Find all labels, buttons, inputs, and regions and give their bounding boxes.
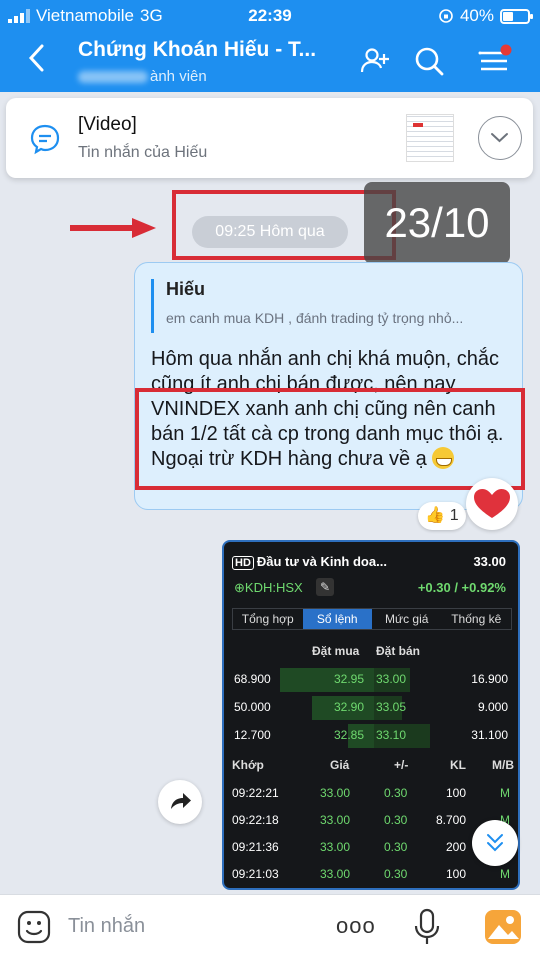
up-circle-icon: ⊕ bbox=[234, 580, 245, 595]
thumbs-up-icon: 👍 bbox=[425, 507, 446, 524]
order-header-buy: Đặt mua bbox=[312, 644, 360, 658]
stock-tabs: Tổng hợp Sổ lệnh Mức giá Thống kê bbox=[232, 608, 512, 630]
stock-code: KDH:HSX bbox=[244, 580, 303, 595]
add-member-icon bbox=[360, 48, 389, 73]
chat-header: Chứng Khoán Hiếu - T... ành viên bbox=[0, 30, 540, 92]
battery-percent: 40% bbox=[459, 6, 494, 25]
add-member-button[interactable] bbox=[358, 44, 392, 78]
message-input[interactable]: Tin nhắn bbox=[68, 915, 145, 938]
back-button[interactable] bbox=[26, 42, 46, 80]
chevron-down-icon bbox=[491, 133, 508, 143]
quote-author: Hiếu bbox=[166, 279, 206, 299]
trade-header-row: Khớp Giá +/- KL M/B bbox=[232, 758, 514, 772]
order-row: 68.900 32.95 33.00 16.900 bbox=[224, 668, 518, 692]
message-input-bar: Tin nhắn ooo bbox=[0, 894, 540, 960]
image-gallery-icon[interactable] bbox=[484, 909, 522, 945]
quoted-message[interactable]: Hiếu em canh mua KDH , đánh trading tỷ t… bbox=[151, 279, 463, 333]
quote-text: em canh mua KDH , đánh trading tỷ trọng … bbox=[166, 310, 464, 326]
stock-tab: Tổng hợp bbox=[241, 612, 294, 626]
trade-row: 09:22:21 33.00 0.30 100 M bbox=[232, 786, 510, 800]
stock-tab: Thống kê bbox=[451, 612, 502, 626]
status-bar: Vietnamobile 3G 22:39 40% bbox=[0, 4, 540, 28]
forward-button[interactable] bbox=[158, 780, 202, 824]
sticker-icon[interactable] bbox=[16, 909, 52, 945]
search-icon bbox=[415, 47, 444, 76]
reaction-count: 1 bbox=[449, 507, 459, 524]
stock-code-row: ⊕KDH:HSX bbox=[234, 580, 303, 596]
rotation-lock-icon bbox=[439, 9, 453, 23]
double-chevron-down-icon bbox=[487, 834, 503, 852]
react-button[interactable] bbox=[466, 478, 518, 530]
blurred-text bbox=[78, 71, 148, 84]
menu-button[interactable] bbox=[478, 44, 512, 78]
heart-icon bbox=[474, 489, 510, 518]
pinned-thumbnail bbox=[406, 114, 454, 162]
more-options-button[interactable]: ooo bbox=[336, 913, 376, 939]
date-separator: 09:25 Hôm qua bbox=[192, 216, 348, 248]
stock-name: Đầu tư và Kinh doa... bbox=[256, 554, 387, 569]
pinned-subtitle: Tin nhắn của Hiếu bbox=[78, 144, 208, 161]
scroll-to-bottom-button[interactable] bbox=[472, 820, 518, 866]
notification-dot bbox=[500, 44, 512, 56]
forward-arrow-icon bbox=[171, 793, 191, 809]
text-highlight-box bbox=[135, 388, 525, 490]
battery-fill bbox=[503, 11, 513, 21]
pinned-message[interactable]: [Video] Tin nhắn của Hiếu bbox=[6, 98, 533, 178]
chevron-left-icon bbox=[28, 44, 44, 72]
order-row: 50.000 32.90 33.05 9.000 bbox=[224, 696, 518, 720]
top-bar: Vietnamobile 3G 22:39 40% Chứng Khoán Hi… bbox=[0, 0, 540, 92]
stock-price: 33.00 bbox=[473, 554, 506, 569]
stock-change: +0.30 / +0.92% bbox=[417, 580, 506, 595]
date-overlay: 23/10 bbox=[364, 182, 510, 264]
expand-pinned-button[interactable] bbox=[478, 116, 522, 160]
stock-header: HD Đầu tư và Kinh doa... bbox=[232, 554, 387, 570]
chat-subtitle: ành viên bbox=[78, 68, 207, 85]
search-button[interactable] bbox=[412, 44, 446, 78]
red-arrow-annotation bbox=[70, 218, 156, 238]
menu-icon bbox=[478, 44, 512, 71]
order-header-sell: Đặt bán bbox=[376, 644, 421, 658]
stock-tab: Mức giá bbox=[385, 612, 429, 626]
chat-title[interactable]: Chứng Khoán Hiếu - T... bbox=[78, 38, 316, 62]
chat-bubble-icon bbox=[30, 124, 60, 155]
hd-badge: HD bbox=[232, 556, 254, 570]
reaction-badge[interactable]: 👍 1 bbox=[418, 502, 466, 530]
stock-tab-active: Sổ lệnh bbox=[302, 609, 372, 629]
battery-icon bbox=[500, 8, 533, 24]
microphone-icon[interactable] bbox=[412, 907, 442, 947]
order-row: 12.700 32.85 33.10 31.100 bbox=[224, 724, 518, 748]
member-label: ành viên bbox=[150, 68, 207, 85]
edit-icon: ✎ bbox=[316, 578, 334, 596]
pinned-title: [Video] bbox=[78, 114, 137, 135]
